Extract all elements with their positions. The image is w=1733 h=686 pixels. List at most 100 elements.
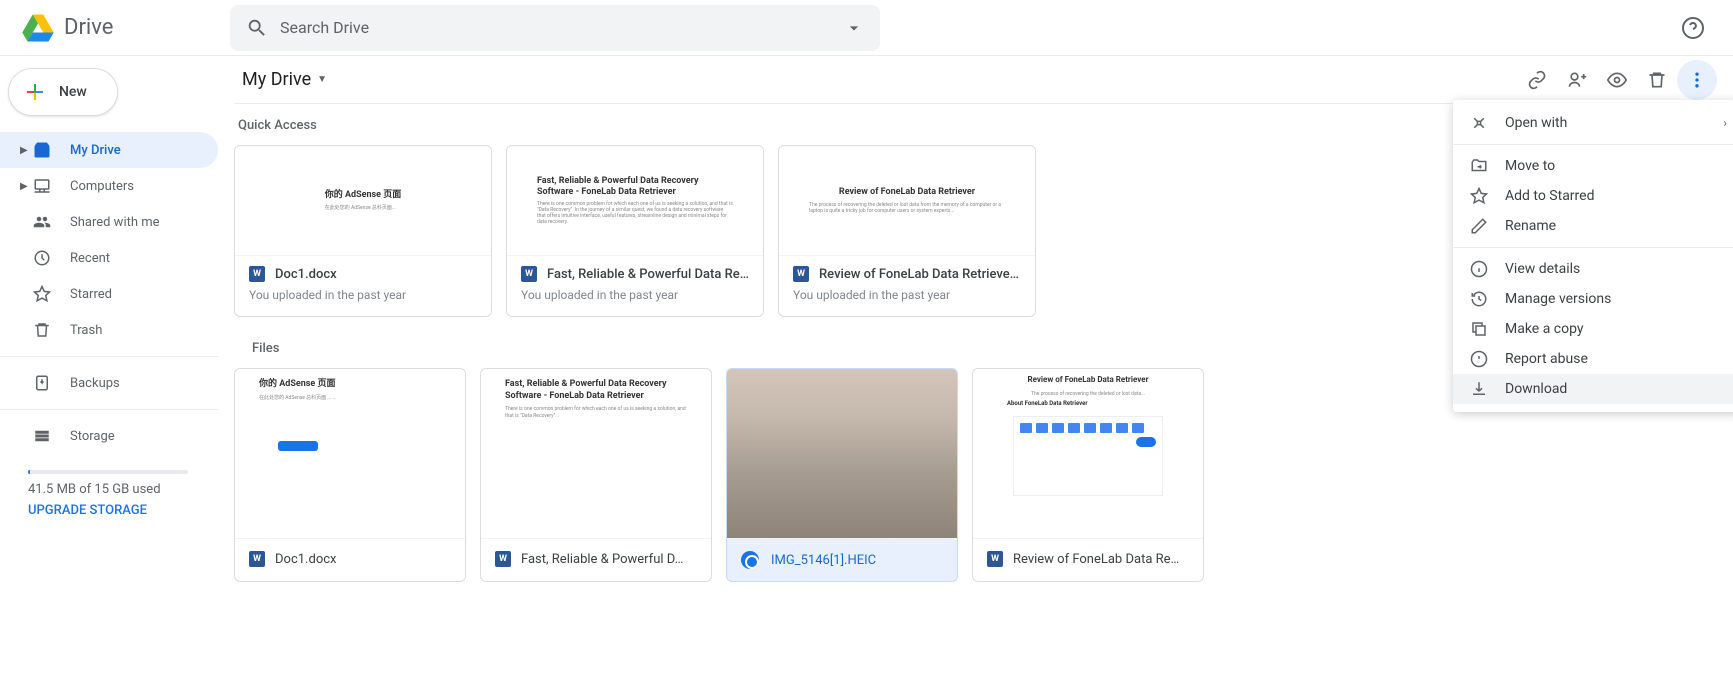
file-thumbnail: Review of FoneLab Data RetrieverThe proc… <box>973 369 1203 539</box>
quick-access-card[interactable]: Fast, Reliable & Powerful Data Recovery … <box>506 145 764 317</box>
file-thumbnail: 你的 AdSense 页面在此处您的 AdSense 总科页面 ... ... <box>235 369 465 539</box>
file-title: Review of FoneLab Data Re… <box>1013 552 1179 567</box>
get-link-button[interactable] <box>1517 60 1557 100</box>
word-icon: W <box>495 551 511 567</box>
more-actions-button[interactable] <box>1677 60 1717 100</box>
menu-open-with[interactable]: Open with› <box>1453 108 1733 138</box>
nav-shared[interactable]: ▶ Shared with me <box>0 204 218 240</box>
file-card[interactable]: Fast, Reliable & Powerful Data Recovery … <box>480 368 712 582</box>
header-actions <box>1517 60 1717 100</box>
nav-label: Storage <box>70 429 115 444</box>
nav-label: Recent <box>70 251 110 266</box>
history-icon <box>1469 289 1489 309</box>
shared-icon <box>32 212 52 232</box>
file-card[interactable]: 你的 AdSense 页面在此处您的 AdSense 总科页面 ... ... … <box>234 368 466 582</box>
file-title: Fast, Reliable & Powerful Data Recov… <box>547 267 749 282</box>
report-icon <box>1469 349 1489 369</box>
drive-logo-icon <box>20 10 56 46</box>
menu-manage-versions[interactable]: Manage versions <box>1453 284 1733 314</box>
new-button[interactable]: New <box>8 68 118 116</box>
storage-icon <box>32 426 52 446</box>
file-subtitle: You uploaded in the past year <box>793 288 1021 302</box>
menu-divider <box>1453 144 1733 145</box>
nav-label: Starred <box>70 287 112 302</box>
open-with-icon <box>1469 113 1489 133</box>
file-title: Review of FoneLab Data Retriever - t… <box>819 267 1021 282</box>
storage-section: 41.5 MB of 15 GB used UPGRADE STORAGE <box>0 454 218 518</box>
file-thumbnail: Fast, Reliable & Powerful Data Recovery … <box>481 369 711 539</box>
file-title: IMG_5146[1].HEIC <box>771 553 876 568</box>
search-icon <box>246 17 268 39</box>
file-card[interactable]: Review of FoneLab Data RetrieverThe proc… <box>972 368 1204 582</box>
share-button[interactable] <box>1557 60 1597 100</box>
menu-make-copy[interactable]: Make a copy <box>1453 314 1733 344</box>
word-icon: W <box>249 266 265 282</box>
menu-view-details[interactable]: View details <box>1453 254 1733 284</box>
content-header: My Drive ▼ <box>234 56 1717 104</box>
star-icon <box>32 284 52 304</box>
help-icon[interactable] <box>1681 16 1705 40</box>
logo-area[interactable]: Drive <box>12 10 230 46</box>
plus-icon <box>23 80 47 104</box>
nav-computers[interactable]: ▶ Computers <box>0 168 218 204</box>
word-icon: W <box>249 551 265 567</box>
file-title: Doc1.docx <box>275 552 336 567</box>
sidebar: New ▶ My Drive ▶ Computers ▶ Shared with… <box>0 56 218 686</box>
expand-caret-icon[interactable]: ▶ <box>20 181 32 192</box>
divider <box>0 409 218 410</box>
nav-backups[interactable]: ▶ Backups <box>0 365 218 401</box>
divider <box>0 356 218 357</box>
storage-usage-text: 41.5 MB of 15 GB used <box>28 482 198 497</box>
main-layout: New ▶ My Drive ▶ Computers ▶ Shared with… <box>0 56 1733 686</box>
file-thumbnail: Review of FoneLab Data RetrieverThe proc… <box>779 146 1035 256</box>
file-card[interactable]: IMG_5146[1].HEIC <box>726 368 958 582</box>
file-title: Fast, Reliable & Powerful D… <box>521 552 683 567</box>
menu-add-starred[interactable]: Add to Starred <box>1453 181 1733 211</box>
word-icon: W <box>987 551 1003 567</box>
nav-starred[interactable]: ▶ Starred <box>0 276 218 312</box>
nav-label: Backups <box>70 376 120 391</box>
upgrade-storage-link[interactable]: UPGRADE STORAGE <box>28 503 198 518</box>
menu-rename[interactable]: Rename <box>1453 211 1733 241</box>
recent-icon <box>32 248 52 268</box>
storage-bar <box>28 470 188 474</box>
star-icon <box>1469 186 1489 206</box>
nav-label: My Drive <box>70 143 121 158</box>
content: My Drive ▼ Quick Access 你的 AdSense 页面在此处… <box>218 56 1733 686</box>
app-header: Drive <box>0 0 1733 56</box>
expand-caret-icon[interactable]: ▶ <box>20 145 32 156</box>
breadcrumb[interactable]: My Drive ▼ <box>234 65 335 94</box>
nav-label: Shared with me <box>70 215 160 230</box>
nav-label: Trash <box>70 323 102 338</box>
search-input[interactable] <box>280 18 844 37</box>
image-icon <box>741 551 759 569</box>
move-icon <box>1469 156 1489 176</box>
file-thumbnail <box>727 369 957 539</box>
file-title: Doc1.docx <box>275 267 337 282</box>
preview-button[interactable] <box>1597 60 1637 100</box>
nav-recent[interactable]: ▶ Recent <box>0 240 218 276</box>
computers-icon <box>32 176 52 196</box>
search-options-icon[interactable] <box>844 18 864 38</box>
menu-download[interactable]: Download <box>1453 374 1733 404</box>
file-thumbnail: 你的 AdSense 页面在此处您的 AdSense 总科页面... <box>235 146 491 256</box>
menu-report-abuse[interactable]: Report abuse <box>1453 344 1733 374</box>
menu-divider <box>1453 247 1733 248</box>
delete-button[interactable] <box>1637 60 1677 100</box>
context-menu: Open with› Move to Add to Starred Rename… <box>1453 100 1733 412</box>
file-subtitle: You uploaded in the past year <box>521 288 749 302</box>
file-subtitle: You uploaded in the past year <box>249 288 477 302</box>
nav-storage[interactable]: ▶ Storage <box>0 418 218 454</box>
rename-icon <box>1469 216 1489 236</box>
nav-trash[interactable]: ▶ Trash <box>0 312 218 348</box>
chevron-down-icon: ▼ <box>317 74 327 85</box>
app-name: Drive <box>64 15 113 40</box>
file-thumbnail: Fast, Reliable & Powerful Data Recovery … <box>507 146 763 256</box>
quick-access-card[interactable]: Review of FoneLab Data RetrieverThe proc… <box>778 145 1036 317</box>
nav-my-drive[interactable]: ▶ My Drive <box>0 132 218 168</box>
menu-move-to[interactable]: Move to <box>1453 151 1733 181</box>
quick-access-card[interactable]: 你的 AdSense 页面在此处您的 AdSense 总科页面... W Doc1… <box>234 145 492 317</box>
search-bar[interactable] <box>230 5 880 51</box>
word-icon: W <box>521 266 537 282</box>
info-icon <box>1469 259 1489 279</box>
